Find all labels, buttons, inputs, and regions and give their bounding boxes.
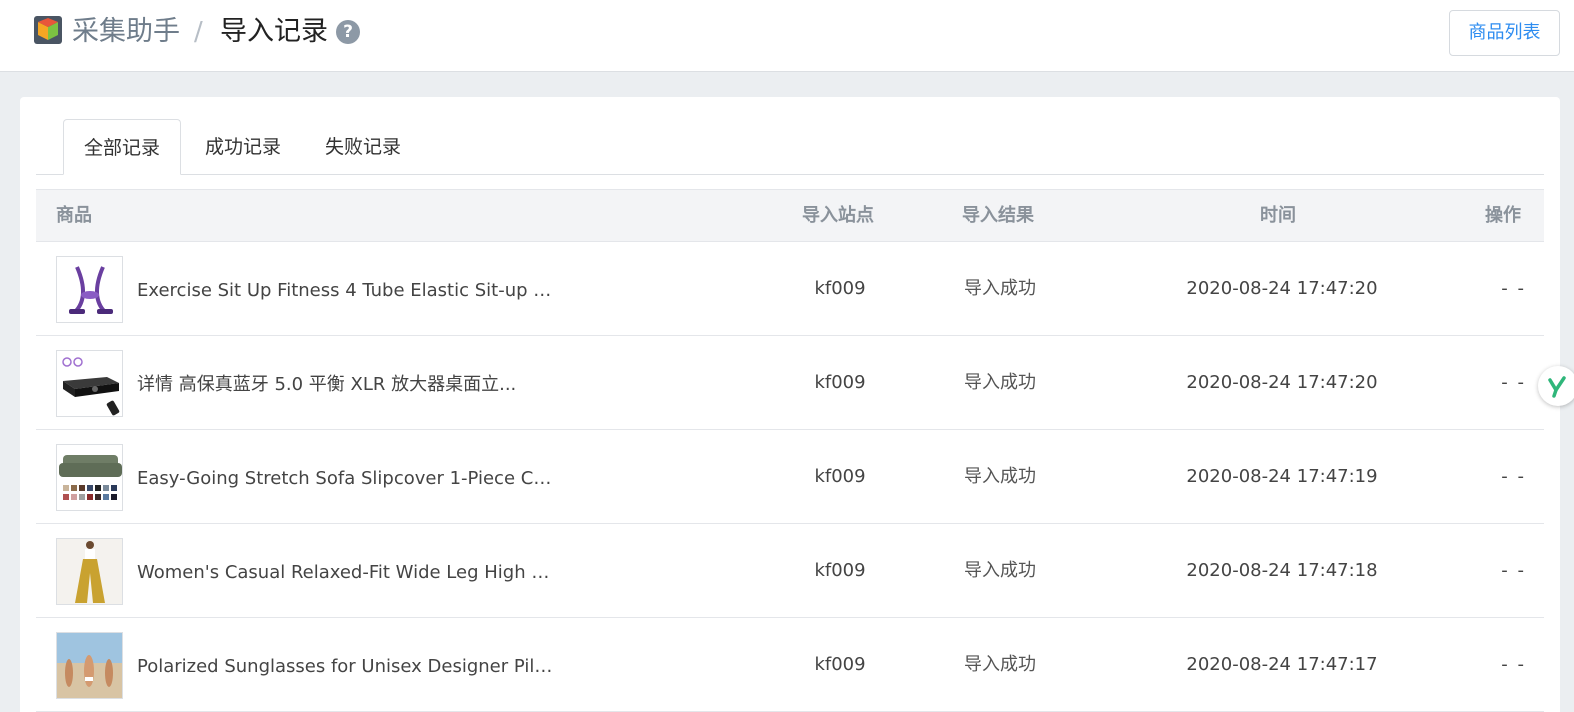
product-name[interactable]: 详情 高保真蓝牙 5.0 平衡 XLR 放大器桌面立... bbox=[137, 336, 557, 430]
import-result: 导入成功 bbox=[964, 560, 1036, 581]
page-title: 导入记录 bbox=[220, 16, 328, 47]
import-result: 导入成功 bbox=[964, 278, 1036, 299]
column-header-site: 导入站点 bbox=[802, 205, 874, 226]
wide-leg-pants-image bbox=[57, 539, 122, 604]
row-action: - - bbox=[1501, 466, 1526, 487]
import-result: 导入成功 bbox=[964, 466, 1036, 487]
product-thumbnail[interactable] bbox=[56, 444, 123, 511]
product-thumbnail[interactable] bbox=[56, 256, 123, 323]
import-site: kf009 bbox=[814, 654, 866, 675]
row-action: - - bbox=[1501, 278, 1526, 299]
table-row: Polarized Sunglasses for Unisex Designer… bbox=[36, 618, 1544, 712]
product-name[interactable]: Women's Casual Relaxed-Fit Wide Leg High… bbox=[137, 524, 557, 618]
tab-all-records[interactable]: 全部记录 bbox=[63, 119, 181, 175]
column-header-product: 商品 bbox=[56, 205, 92, 226]
sofa-slipcover-image bbox=[57, 445, 122, 510]
import-result: 导入成功 bbox=[964, 372, 1036, 393]
row-action: - - bbox=[1501, 560, 1526, 581]
table-row: Women's Casual Relaxed-Fit Wide Leg High… bbox=[36, 524, 1544, 618]
import-site: kf009 bbox=[814, 560, 866, 581]
import-time: 2020-08-24 17:47:17 bbox=[1186, 654, 1378, 675]
import-site: kf009 bbox=[814, 372, 866, 393]
product-list-button[interactable]: 商品列表 bbox=[1449, 10, 1560, 56]
table-row: Easy-Going Stretch Sofa Slipcover 1-Piec… bbox=[36, 430, 1544, 524]
assistant-logo-icon bbox=[1548, 376, 1566, 398]
table-header: 商品 导入站点 导入结果 时间 操作 bbox=[36, 189, 1544, 242]
row-action: - - bbox=[1501, 372, 1526, 393]
import-site: kf009 bbox=[814, 278, 866, 299]
column-header-action: 操作 bbox=[1485, 205, 1521, 226]
table-row: Exercise Sit Up Fitness 4 Tube Elastic S… bbox=[36, 242, 1544, 336]
floating-assistant-button[interactable] bbox=[1538, 366, 1574, 406]
top-bar: 采集助手 / 导入记录 ? 商品列表 bbox=[0, 0, 1574, 72]
sunglasses-beach-image bbox=[57, 633, 122, 698]
breadcrumb-separator: / bbox=[194, 17, 203, 47]
help-icon[interactable]: ? bbox=[336, 20, 360, 44]
import-time: 2020-08-24 17:47:18 bbox=[1186, 560, 1378, 581]
row-action: - - bbox=[1501, 654, 1526, 675]
import-site: kf009 bbox=[814, 466, 866, 487]
column-header-result: 导入结果 bbox=[962, 205, 1034, 226]
product-thumbnail[interactable] bbox=[56, 350, 123, 417]
tab-failed-records[interactable]: 失败记录 bbox=[310, 119, 416, 175]
product-thumbnail[interactable] bbox=[56, 632, 123, 699]
import-time: 2020-08-24 17:47:20 bbox=[1186, 372, 1378, 393]
fitness-band-image bbox=[57, 257, 122, 322]
import-time: 2020-08-24 17:47:20 bbox=[1186, 278, 1378, 299]
app-logo-icon bbox=[34, 16, 62, 44]
column-header-time: 时间 bbox=[1260, 205, 1296, 226]
import-result: 导入成功 bbox=[964, 654, 1036, 675]
table-row: 详情 高保真蓝牙 5.0 平衡 XLR 放大器桌面立... kf009 导入成功… bbox=[36, 336, 1544, 430]
product-name[interactable]: Exercise Sit Up Fitness 4 Tube Elastic S… bbox=[137, 242, 557, 336]
tab-success-records[interactable]: 成功记录 bbox=[190, 119, 296, 175]
product-thumbnail[interactable] bbox=[56, 538, 123, 605]
breadcrumb-root[interactable]: 采集助手 bbox=[72, 14, 180, 50]
product-name[interactable]: Easy-Going Stretch Sofa Slipcover 1-Piec… bbox=[137, 430, 557, 524]
import-time: 2020-08-24 17:47:19 bbox=[1186, 466, 1378, 487]
amplifier-image bbox=[57, 351, 122, 416]
product-name[interactable]: Polarized Sunglasses for Unisex Designer… bbox=[137, 618, 557, 712]
